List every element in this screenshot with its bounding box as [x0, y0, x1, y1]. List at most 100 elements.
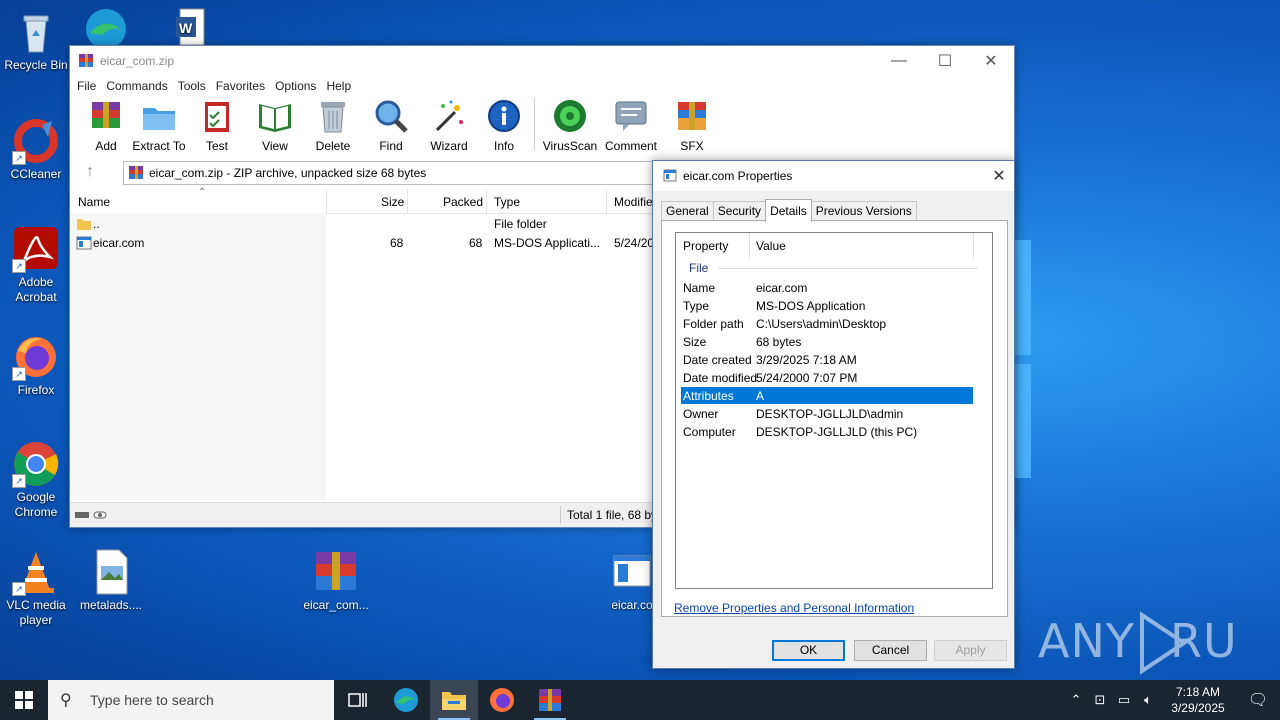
- desktop-icon-eicar-zip[interactable]: eicar_com...: [300, 548, 372, 613]
- column-separator[interactable]: [407, 189, 408, 213]
- winrar-archive-icon: [129, 166, 143, 179]
- details-row[interactable]: Computer DESKTOP-JGLLJLD (this PC): [681, 423, 973, 440]
- volume-icon[interactable]: 🔈︎: [1136, 692, 1160, 708]
- details-row[interactable]: Type MS-DOS Application: [681, 297, 973, 314]
- column-packed[interactable]: Packed: [443, 195, 483, 209]
- extract-folder-icon: [143, 108, 175, 130]
- up-arrow-icon[interactable]: ↑: [70, 163, 110, 181]
- tab-details[interactable]: Details: [765, 199, 812, 222]
- wizard-label: Wizard: [430, 139, 468, 153]
- minimize-button[interactable]: —: [876, 46, 922, 76]
- details-row[interactable]: Date created 3/29/2025 7:18 AM: [681, 351, 973, 368]
- desktop-icon-adobe-acrobat[interactable]: ↗ Adobe Acrobat: [0, 225, 72, 305]
- start-button[interactable]: [0, 680, 48, 720]
- menu-options[interactable]: Options: [270, 79, 321, 93]
- desktop-icon-google-chrome[interactable]: ↗ Google Chrome: [0, 440, 72, 520]
- details-row[interactable]: Date modified 5/24/2000 7:07 PM: [681, 369, 973, 386]
- column-separator[interactable]: [326, 189, 327, 213]
- column-size[interactable]: Size: [381, 195, 404, 209]
- details-row[interactable]: Name eicar.com: [681, 279, 973, 296]
- desktop-icon-ccleaner[interactable]: ↗ CCleaner: [0, 117, 72, 182]
- properties-titlebar[interactable]: eicar.com Properties ✕: [653, 161, 1014, 191]
- desktop-icon-recycle-bin[interactable]: Recycle Bin: [0, 8, 72, 73]
- menu-commands[interactable]: Commands: [101, 79, 172, 93]
- row-size: 68: [390, 236, 404, 250]
- details-property: Size: [683, 335, 707, 349]
- column-value[interactable]: Value: [756, 239, 786, 253]
- clock[interactable]: 7:18 AM 3/29/2025: [1160, 684, 1236, 716]
- menu-help[interactable]: Help: [321, 79, 356, 93]
- comment-button[interactable]: Comment: [599, 96, 663, 153]
- row-modified: 5/24/20: [614, 236, 655, 250]
- maximize-button[interactable]: ☐: [922, 46, 968, 76]
- view-button[interactable]: View: [246, 96, 304, 153]
- virusscan-button[interactable]: VirusScan: [541, 96, 599, 153]
- clipboard-check-icon: [205, 102, 229, 132]
- info-button[interactable]: Info: [478, 96, 530, 153]
- desktop-icon-label: eicar_com...: [303, 598, 369, 612]
- apply-button[interactable]: Apply: [934, 640, 1007, 661]
- column-modified[interactable]: Modifie: [614, 195, 653, 209]
- tab-previous-versions[interactable]: Previous Versions: [810, 201, 917, 221]
- network-icon[interactable]: ⊡: [1088, 692, 1112, 708]
- monitor-network-icon[interactable]: ▭: [1112, 692, 1136, 708]
- shortcut-arrow-icon: ↗: [12, 259, 26, 273]
- notification-icon[interactable]: 🗨︎: [1236, 690, 1280, 710]
- details-row-selected[interactable]: Attributes A: [681, 387, 973, 404]
- winrar-titlebar[interactable]: eicar_com.zip — ☐ ✕: [70, 46, 1014, 76]
- details-property: Date modified: [683, 371, 758, 385]
- column-separator[interactable]: [973, 233, 974, 258]
- extract-to-button[interactable]: Extract To: [130, 96, 188, 153]
- column-separator[interactable]: [749, 233, 750, 258]
- desktop-icon-firefox[interactable]: ↗ Firefox: [0, 333, 72, 398]
- search-icon: ⚲: [60, 692, 72, 709]
- column-name[interactable]: Name: [78, 195, 110, 209]
- properties-dialog[interactable]: eicar.com Properties ✕ General Security …: [652, 160, 1015, 669]
- desktop-icon-metalads[interactable]: metalads....: [75, 548, 147, 613]
- task-view-button[interactable]: [334, 680, 382, 720]
- column-property[interactable]: Property: [683, 239, 728, 253]
- delete-button[interactable]: Delete: [304, 96, 362, 153]
- menu-file[interactable]: File: [72, 79, 101, 93]
- menu-tools[interactable]: Tools: [173, 79, 211, 93]
- folder-icon: [442, 692, 466, 710]
- tab-security[interactable]: Security: [712, 201, 767, 221]
- details-row[interactable]: Owner DESKTOP-JGLLJLD\admin: [681, 405, 973, 422]
- path-field[interactable]: eicar_com.zip - ZIP archive, unpacked si…: [123, 161, 665, 185]
- details-list[interactable]: Property Value File Name eicar.com Type …: [675, 232, 993, 589]
- tab-general[interactable]: General: [661, 201, 714, 221]
- taskbar-winrar[interactable]: [526, 680, 574, 720]
- desktop-icon-label: VLC media player: [6, 598, 66, 627]
- details-value: eicar.com: [756, 281, 808, 295]
- column-separator[interactable]: [486, 189, 487, 213]
- wizard-button[interactable]: Wizard: [420, 96, 478, 153]
- details-row[interactable]: Size 68 bytes: [681, 333, 973, 350]
- adobe-acrobat-icon: ↗: [12, 225, 60, 273]
- close-button[interactable]: ✕: [968, 46, 1014, 76]
- row-type: MS-DOS Applicati...: [494, 236, 601, 250]
- chevron-up-icon[interactable]: ⌃: [1064, 692, 1088, 708]
- find-button[interactable]: Find: [362, 96, 420, 153]
- find-label: Find: [379, 139, 403, 153]
- remove-properties-link[interactable]: Remove Properties and Personal Informati…: [674, 601, 914, 615]
- taskbar-file-explorer[interactable]: [430, 680, 478, 720]
- menu-favorites[interactable]: Favorites: [211, 79, 270, 93]
- ok-button[interactable]: OK: [772, 640, 845, 661]
- desktop-icon-vlc[interactable]: ↗ VLC media player: [0, 548, 72, 628]
- taskbar-firefox[interactable]: [478, 680, 526, 720]
- comment-label: Comment: [604, 139, 657, 153]
- column-separator[interactable]: [606, 189, 607, 213]
- close-icon[interactable]: ✕: [984, 166, 1014, 186]
- anyrun-logo-icon: ANY RUN: [1038, 611, 1272, 675]
- sfx-button[interactable]: SFX: [663, 96, 721, 153]
- status-total: Total 1 file, 68 by: [567, 508, 658, 522]
- add-button[interactable]: Add: [82, 96, 130, 153]
- test-button[interactable]: Test: [188, 96, 246, 153]
- column-type[interactable]: Type: [494, 195, 520, 209]
- virus-scan-icon: [554, 100, 586, 132]
- taskbar-edge[interactable]: [382, 680, 430, 720]
- details-row[interactable]: Folder path C:\Users\admin\Desktop: [681, 315, 973, 332]
- taskbar-search[interactable]: ⚲ Type here to search: [48, 680, 334, 720]
- cancel-button[interactable]: Cancel: [854, 640, 927, 661]
- folder-icon: [77, 219, 91, 230]
